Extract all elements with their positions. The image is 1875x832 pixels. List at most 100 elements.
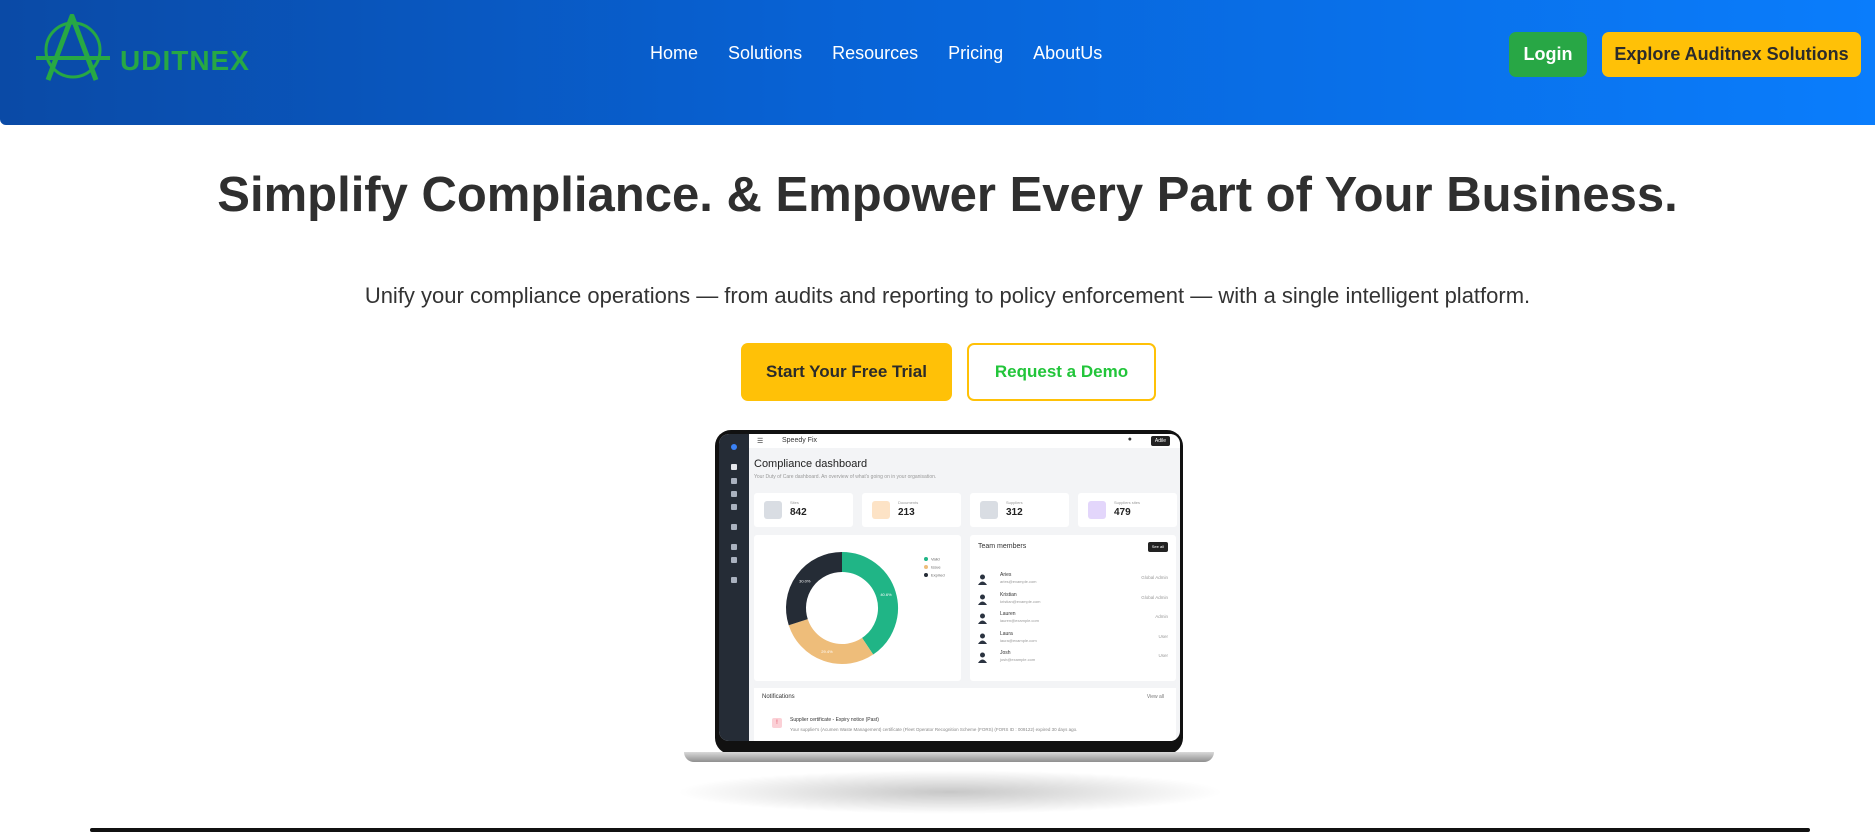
- dashboard-sidebar: [719, 434, 749, 741]
- legend-label: Issue: [931, 565, 941, 570]
- explore-solutions-button[interactable]: Explore Auditnex Solutions: [1602, 32, 1861, 77]
- stat-label: Suppliers sites: [1114, 500, 1141, 505]
- document-icon: [872, 501, 890, 519]
- user-avatar-icon: [978, 652, 987, 663]
- sidebar-documents-icon: [731, 504, 737, 510]
- notification-text: Your supplier's (Acumen Waste Management…: [790, 727, 1078, 732]
- member-role: User: [1158, 653, 1168, 658]
- user-avatar-icon: [978, 594, 987, 605]
- member-name: Kristian: [1000, 591, 1017, 598]
- stat-label: Suppliers: [1006, 500, 1023, 505]
- user-avatar-icon: [978, 613, 987, 624]
- legend-label: Valid: [931, 557, 940, 562]
- team-member-row[interactable]: Lauren lauren@example.com Admin: [978, 610, 1174, 628]
- view-all-link[interactable]: View all: [1147, 694, 1164, 700]
- stat-value: 479: [1114, 507, 1131, 518]
- member-email: lauren@example.com: [1000, 618, 1039, 623]
- member-name: Laura: [1000, 630, 1013, 637]
- laptop-base: [684, 752, 1214, 762]
- factory-icon: [980, 501, 998, 519]
- member-email: aries@example.com: [1000, 579, 1037, 584]
- legend-label: Expired: [931, 573, 945, 578]
- menu-icon: ☰: [757, 438, 764, 445]
- member-role: Global Admin: [1141, 575, 1168, 580]
- notification-bell-icon: ●: [1127, 436, 1132, 443]
- member-email: josh@example.com: [1000, 657, 1036, 662]
- donut-data-label: 40.6%: [880, 592, 892, 597]
- nav-aboutus[interactable]: AboutUs: [1033, 43, 1102, 64]
- notification-title: Supplier certificate - Expiry notice (Pa…: [790, 717, 879, 723]
- team-member-row[interactable]: Laura laura@example.com User: [978, 630, 1174, 648]
- legend-swatch: [924, 557, 928, 561]
- member-name: Lauren: [1000, 611, 1016, 617]
- donut-slice-expired: [786, 552, 843, 626]
- dashboard-app-name: Speedy Fix: [782, 437, 818, 444]
- see-all-button[interactable]: See all: [1147, 542, 1168, 552]
- notifications-title: Notifications: [762, 694, 795, 700]
- dashboard-user-badge: Adile: [1150, 436, 1170, 446]
- donut-slice-valid: [841, 552, 898, 655]
- sidebar-users-icon: [731, 557, 737, 563]
- sidebar-alerts-icon: [731, 544, 737, 550]
- member-email: kristian@example.com: [1000, 598, 1041, 604]
- nav-pricing[interactable]: Pricing: [948, 43, 1003, 64]
- request-demo-button[interactable]: Request a Demo: [967, 343, 1156, 401]
- team-members-title: Team members: [978, 543, 1027, 550]
- site-header: UDITNEX Home Solutions Resources Pricing…: [0, 0, 1875, 125]
- member-name: Josh: [1000, 650, 1011, 656]
- legend-swatch: [924, 573, 928, 577]
- building-icon: [1088, 501, 1106, 519]
- sidebar-suppliers-icon: [731, 491, 737, 497]
- start-free-trial-button[interactable]: Start Your Free Trial: [741, 343, 952, 401]
- user-avatar-icon: [978, 574, 987, 585]
- dashboard-topbar: ☰ Speedy Fix ● Adile: [749, 434, 1180, 448]
- logo-text: UDITNEX: [120, 45, 250, 76]
- stat-card-supplier-sites: Suppliers sites 479: [1078, 493, 1177, 527]
- stat-value: 213: [898, 507, 915, 518]
- team-member-row[interactable]: Josh josh@example.com User: [978, 649, 1174, 667]
- main-nav: Home Solutions Resources Pricing AboutUs: [650, 43, 1102, 64]
- status-donut-chart: 40.6% Valid 29.4% Issue 30.0% Expired: [786, 552, 945, 664]
- auditnex-logo[interactable]: UDITNEX: [34, 13, 249, 81]
- laptop-shadow: [675, 770, 1225, 814]
- alert-icon: !: [772, 718, 782, 728]
- logo-a-icon: [36, 13, 110, 81]
- sidebar-logo-icon: [731, 444, 737, 450]
- nav-home[interactable]: Home: [650, 43, 698, 64]
- legend-swatch: [924, 565, 928, 569]
- hero-subtitle: Unify your compliance operations — from …: [364, 283, 1531, 308]
- dashboard-description: Your Duty of Care dashboard. An overview…: [754, 474, 937, 480]
- location-pin-icon: [764, 501, 782, 519]
- team-member-row[interactable]: Kristian kristian@example.com Global Admin: [978, 591, 1174, 609]
- stat-card-sites: Sites 842: [754, 493, 853, 527]
- section-divider: [90, 828, 1810, 832]
- stat-card-documents: Documents 213: [862, 493, 961, 527]
- member-role: Admin: [1155, 614, 1168, 619]
- donut-data-label: 30.0%: [799, 578, 811, 583]
- sidebar-dashboard-icon: [731, 464, 737, 470]
- member-name: Aries: [1000, 572, 1012, 578]
- team-members-panel: Team members See all Aries aries@example.…: [970, 535, 1176, 681]
- status-donut-panel: 40.6% Valid 29.4% Issue 30.0% Expired: [754, 535, 961, 681]
- sidebar-settings-icon: [731, 577, 737, 583]
- member-role: User: [1158, 633, 1168, 639]
- nav-solutions[interactable]: Solutions: [728, 43, 802, 64]
- member-email: laura@example.com: [1000, 637, 1037, 643]
- team-member-row[interactable]: Aries aries@example.com Global Admin: [978, 571, 1174, 589]
- nav-resources[interactable]: Resources: [832, 43, 918, 64]
- dashboard-screenshot: ☰ Speedy Fix ● Adile Compliance dashboar…: [719, 434, 1180, 741]
- stat-value: 842: [790, 507, 807, 518]
- sidebar-sites-icon: [731, 478, 737, 484]
- notifications-panel: Notifications View all ! Supplier certif…: [754, 688, 1176, 741]
- donut-slice-issue: [788, 618, 874, 664]
- sidebar-reports-icon: [731, 524, 737, 530]
- hero-title: Simplify Compliance. & Empower Every Par…: [217, 168, 1678, 222]
- login-button[interactable]: Login: [1509, 32, 1587, 77]
- donut-data-label: 29.4%: [821, 649, 833, 654]
- stat-label: Sites: [790, 500, 799, 505]
- stat-label: Documents: [898, 500, 919, 505]
- dashboard-title: Compliance dashboard: [754, 458, 868, 470]
- member-role: Global Admin: [1141, 594, 1168, 600]
- stat-card-suppliers: Suppliers 312: [970, 493, 1069, 527]
- stat-value: 312: [1006, 507, 1023, 518]
